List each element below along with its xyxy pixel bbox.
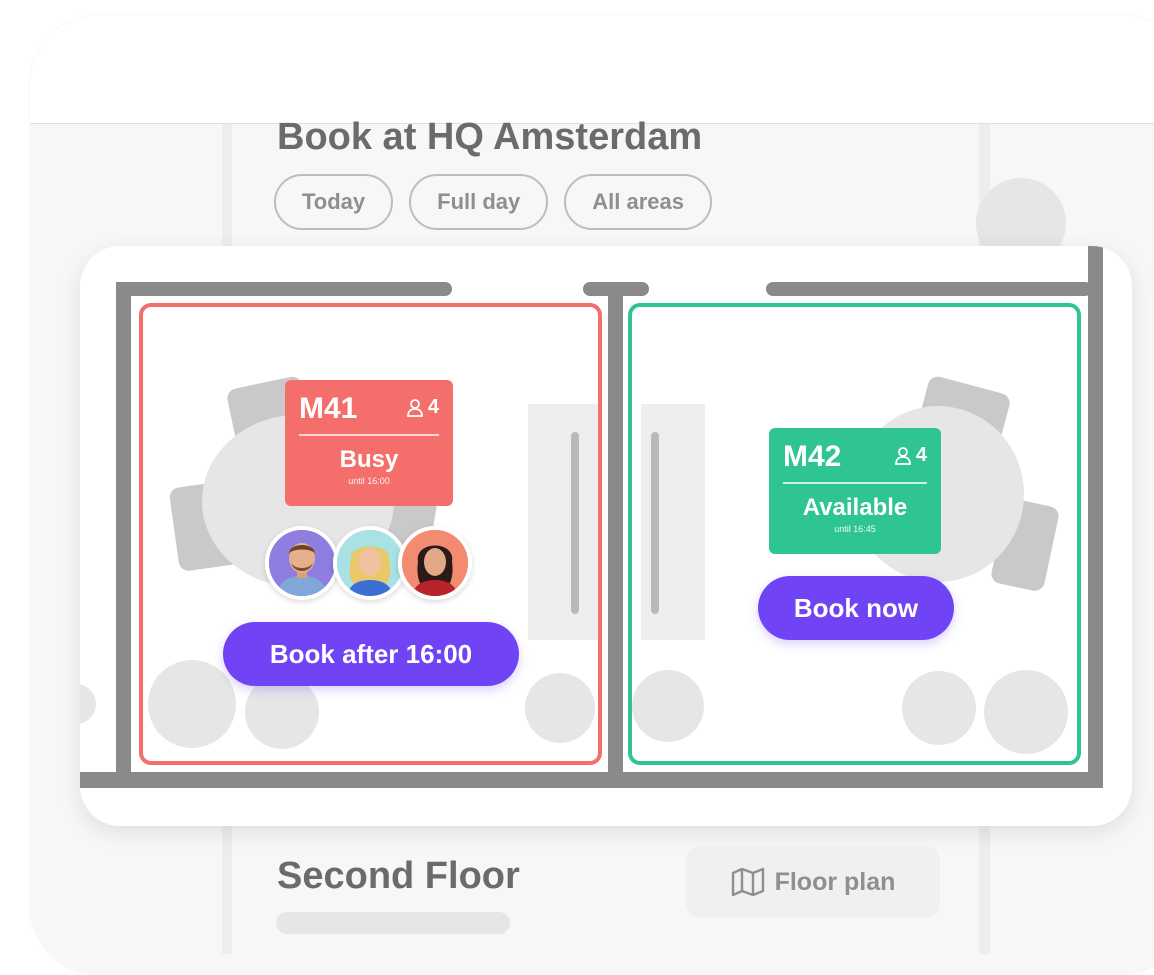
person-avatar-dark-haired-woman bbox=[402, 530, 468, 596]
wall bbox=[116, 282, 452, 296]
section-title: Second Floor bbox=[277, 855, 520, 897]
filter-chip-today[interactable]: Today bbox=[274, 174, 394, 230]
wall bbox=[116, 282, 131, 786]
seat-circle bbox=[984, 670, 1068, 754]
attendee-avatar bbox=[333, 526, 407, 600]
divider bbox=[783, 482, 927, 484]
desk-divider bbox=[571, 432, 579, 614]
room-status-until: until 16:45 bbox=[834, 524, 876, 534]
room-capacity: 4 bbox=[406, 396, 439, 419]
seat-circle bbox=[632, 670, 704, 742]
room-status: Available bbox=[802, 494, 908, 521]
seat-circle bbox=[525, 673, 595, 743]
room-name: M41 bbox=[299, 392, 358, 425]
wall bbox=[766, 282, 1092, 296]
filter-chips: Today Full day All areas bbox=[274, 174, 713, 230]
desk-divider bbox=[651, 432, 659, 614]
room-status: Busy bbox=[339, 446, 399, 473]
room-label-m41[interactable]: M41 4 Busy until 16:00 bbox=[285, 380, 453, 506]
device-top-bar bbox=[30, 15, 1154, 124]
person-avatar-blonde-woman bbox=[337, 530, 403, 596]
room-label-m42[interactable]: M42 4 Available until 16:45 bbox=[769, 428, 941, 554]
attendee-avatar bbox=[398, 526, 472, 600]
seat-circle bbox=[245, 675, 319, 749]
seat-circle bbox=[902, 671, 976, 745]
person-icon bbox=[406, 398, 423, 417]
seat-circle bbox=[148, 660, 236, 748]
page-title: Book at HQ Amsterdam bbox=[277, 116, 703, 158]
wall bbox=[608, 282, 623, 786]
book-now-button[interactable]: Book now bbox=[758, 576, 954, 640]
attendee-avatar bbox=[265, 526, 339, 600]
capacity-value: 4 bbox=[427, 396, 439, 418]
person-avatar-man bbox=[269, 530, 335, 596]
floor-plan-map bbox=[80, 246, 1103, 788]
filter-chip-all-areas[interactable]: All areas bbox=[564, 174, 713, 230]
seat-circle bbox=[80, 684, 96, 724]
divider bbox=[299, 434, 439, 436]
desk bbox=[641, 404, 705, 640]
floor-plan-card: M41 4 Busy until 16:00 Book after 16:00 … bbox=[80, 246, 1132, 826]
room-status-until: until 16:00 bbox=[348, 476, 390, 486]
desk bbox=[528, 404, 598, 640]
room-name: M42 bbox=[783, 440, 842, 473]
book-after-button[interactable]: Book after 16:00 bbox=[223, 622, 519, 686]
capacity-value: 4 bbox=[915, 444, 927, 466]
wall bbox=[80, 772, 1103, 788]
map-icon bbox=[731, 867, 764, 897]
person-icon bbox=[894, 446, 911, 465]
wall bbox=[1088, 246, 1103, 786]
room-capacity: 4 bbox=[894, 444, 927, 467]
floor-plan-label: Floor plan bbox=[774, 867, 896, 896]
placeholder-bar bbox=[276, 912, 510, 934]
filter-chip-full-day[interactable]: Full day bbox=[409, 174, 549, 230]
floor-plan-button[interactable]: Floor plan bbox=[686, 846, 940, 918]
